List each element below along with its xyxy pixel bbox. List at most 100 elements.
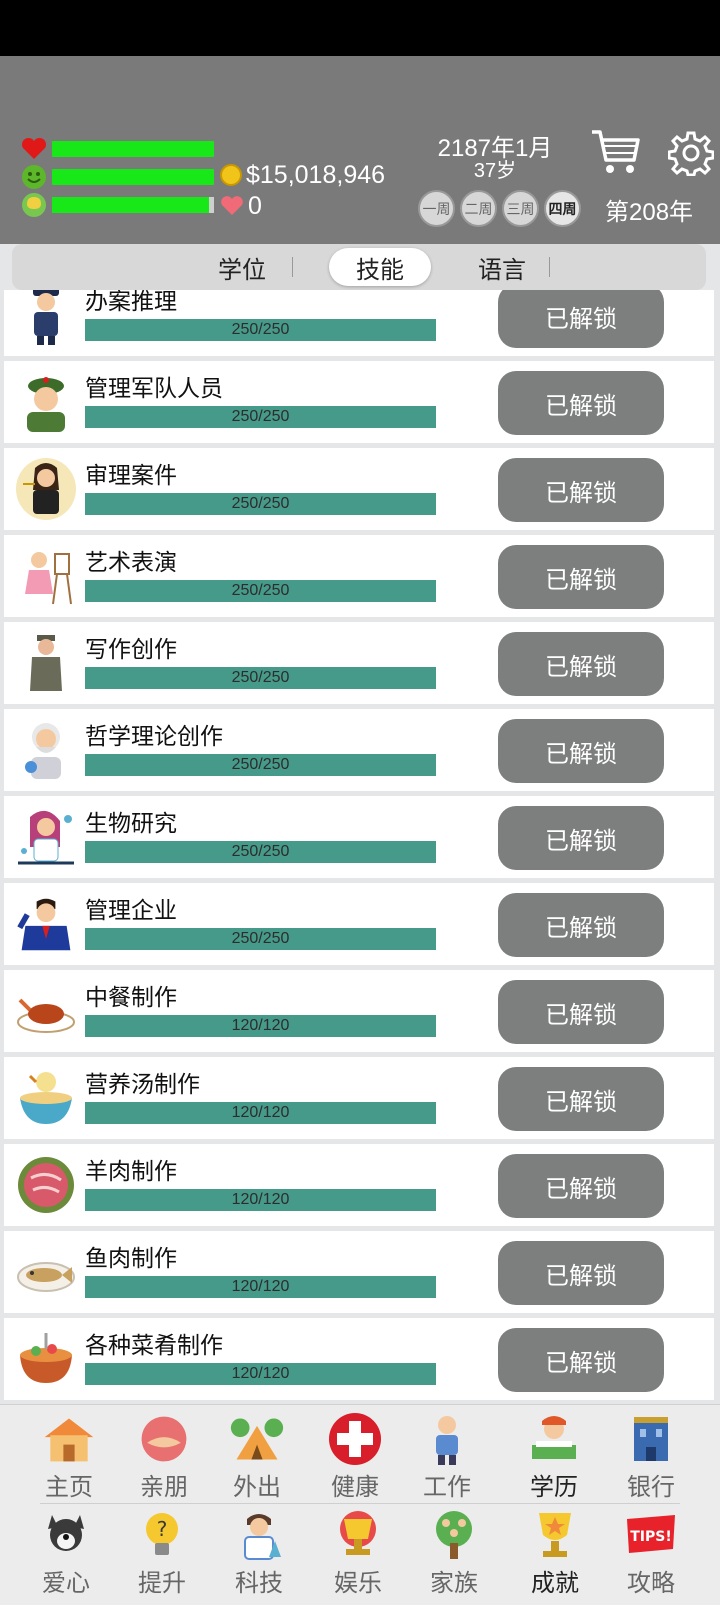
trophy-cup-icon [330,1509,386,1561]
skill-name: 艺术表演 [85,549,177,575]
nav-work[interactable]: 工作 [402,1413,492,1501]
skill-name: 管理军队人员 [85,375,223,401]
unlocked-button[interactable]: 已解锁 [498,545,664,609]
nav-home[interactable]: 主页 [24,1413,114,1501]
skill-name: 营养汤制作 [85,1071,200,1097]
skill-progress-bar: 120/120 [85,1102,436,1124]
week-3-button[interactable]: 三周 [502,190,539,227]
businessman-icon [16,893,76,955]
skill-progress-bar: 250/250 [85,928,436,950]
skill-progress-bar: 250/250 [85,493,436,515]
writer-icon [16,632,76,694]
achievement-icon [527,1509,583,1561]
skill-progress-bar: 250/250 [85,319,436,341]
scientist-icon [16,806,76,868]
bank-icon [623,1413,679,1465]
philosopher-icon [16,719,76,781]
tab-degree[interactable]: 学位 [192,248,292,286]
nav-family[interactable]: 家族 [409,1509,499,1597]
nav-charity[interactable]: 爱心 [21,1509,111,1597]
unlocked-button[interactable]: 已解锁 [498,458,664,522]
week-2-button[interactable]: 二周 [460,190,497,227]
unlocked-button[interactable]: 已解锁 [498,1154,664,1218]
health-bar [52,141,214,157]
skill-name: 各种菜肴制作 [85,1332,223,1358]
unlocked-button[interactable]: 已解锁 [498,893,664,957]
skill-name: 羊肉制作 [85,1158,177,1184]
nav-guide[interactable]: TIPS! 攻略 [606,1509,696,1597]
health-stat [20,136,214,162]
skill-card: 艺术表演 250/250 已解锁 [4,535,714,617]
fish-dish-icon [16,1241,76,1303]
unlocked-button[interactable]: 已解锁 [498,1241,664,1305]
happiness-bar [52,169,214,185]
nav-label: 成就 [531,1570,579,1597]
skill-progress-bar: 250/250 [85,667,436,689]
unlocked-button[interactable]: 已解锁 [498,1067,664,1131]
lightbulb-icon: ? [134,1509,190,1561]
pink-heart-icon [221,196,243,215]
tab-divider [292,257,293,277]
mutton-icon [16,1154,76,1216]
skill-progress-bar: 120/120 [85,1015,436,1037]
unlocked-button[interactable]: 已解锁 [498,1328,664,1392]
unlocked-button[interactable]: 已解锁 [498,290,664,348]
skill-name: 写作创作 [85,636,177,662]
week-1-button[interactable]: 一周 [418,190,455,227]
game-date: 2187年1月 [437,135,553,162]
nav-label: 健康 [331,1474,379,1501]
intelligence-bar [52,197,214,213]
scientist-icon [231,1509,287,1561]
artist-icon [16,545,76,607]
nav-education[interactable]: 学历 [509,1413,599,1501]
nav-label: 提升 [138,1570,186,1597]
unlocked-button[interactable]: 已解锁 [498,719,664,783]
nav-outing[interactable]: 外出 [212,1413,302,1501]
nav-label: 外出 [233,1474,281,1501]
nav-friends[interactable]: 亲朋 [119,1413,209,1501]
unlocked-button[interactable]: 已解锁 [498,632,664,696]
settings-gear-icon[interactable] [668,130,714,176]
nav-bank[interactable]: 银行 [606,1413,696,1501]
nav-achievements[interactable]: 成就 [510,1509,600,1597]
unlocked-button[interactable]: 已解锁 [498,371,664,435]
nav-entertainment[interactable]: 娱乐 [313,1509,403,1597]
shop-cart-icon[interactable] [590,126,642,178]
money-display: $15,018,946 [220,160,385,190]
money-value: $15,018,946 [246,160,386,189]
player-age: 37岁 [473,160,517,182]
nav-label: 家族 [430,1570,478,1597]
nav-divider [40,1503,680,1504]
unlocked-button[interactable]: 已解锁 [498,806,664,870]
medical-cross-icon [327,1413,383,1465]
nav-improve[interactable]: ? 提升 [117,1509,207,1597]
hearts-display: 0 [220,191,262,221]
nav-technology[interactable]: 科技 [214,1509,304,1597]
tab-skills[interactable]: 技能 [329,248,431,286]
intelligence-stat [20,192,214,218]
skill-name: 生物研究 [85,810,177,836]
home-icon [41,1413,97,1465]
nav-label: 亲朋 [140,1474,188,1501]
worker-icon [419,1413,475,1465]
tab-language[interactable]: 语言 [452,248,552,286]
week-4-button[interactable]: 四周 [544,190,581,227]
happiness-stat [20,164,214,190]
skill-card: 哲学理论创作 250/250 已解锁 [4,709,714,791]
judge-icon [16,458,76,520]
skill-progress-bar: 120/120 [85,1276,436,1298]
nav-label: 工作 [423,1474,471,1501]
svg-text:?: ? [157,1517,168,1541]
nav-label: 主页 [45,1474,93,1501]
skill-name: 鱼肉制作 [85,1245,177,1271]
bottom-navigation: 主页 亲朋 外出 健康 工作 学历 银行 爱心 ? 提升 科技 娱乐 家族 成就… [0,1404,720,1605]
skill-card: 管理企业 250/250 已解锁 [4,883,714,965]
nav-health[interactable]: 健康 [310,1413,400,1501]
coin-icon [220,164,242,186]
skill-card: 审理案件 250/250 已解锁 [4,448,714,530]
skill-card: 羊肉制作 120/120 已解锁 [4,1144,714,1226]
dog-icon [38,1509,94,1561]
nav-label: 学历 [530,1474,578,1501]
tips-icon: TIPS! [623,1509,679,1561]
unlocked-button[interactable]: 已解锁 [498,980,664,1044]
